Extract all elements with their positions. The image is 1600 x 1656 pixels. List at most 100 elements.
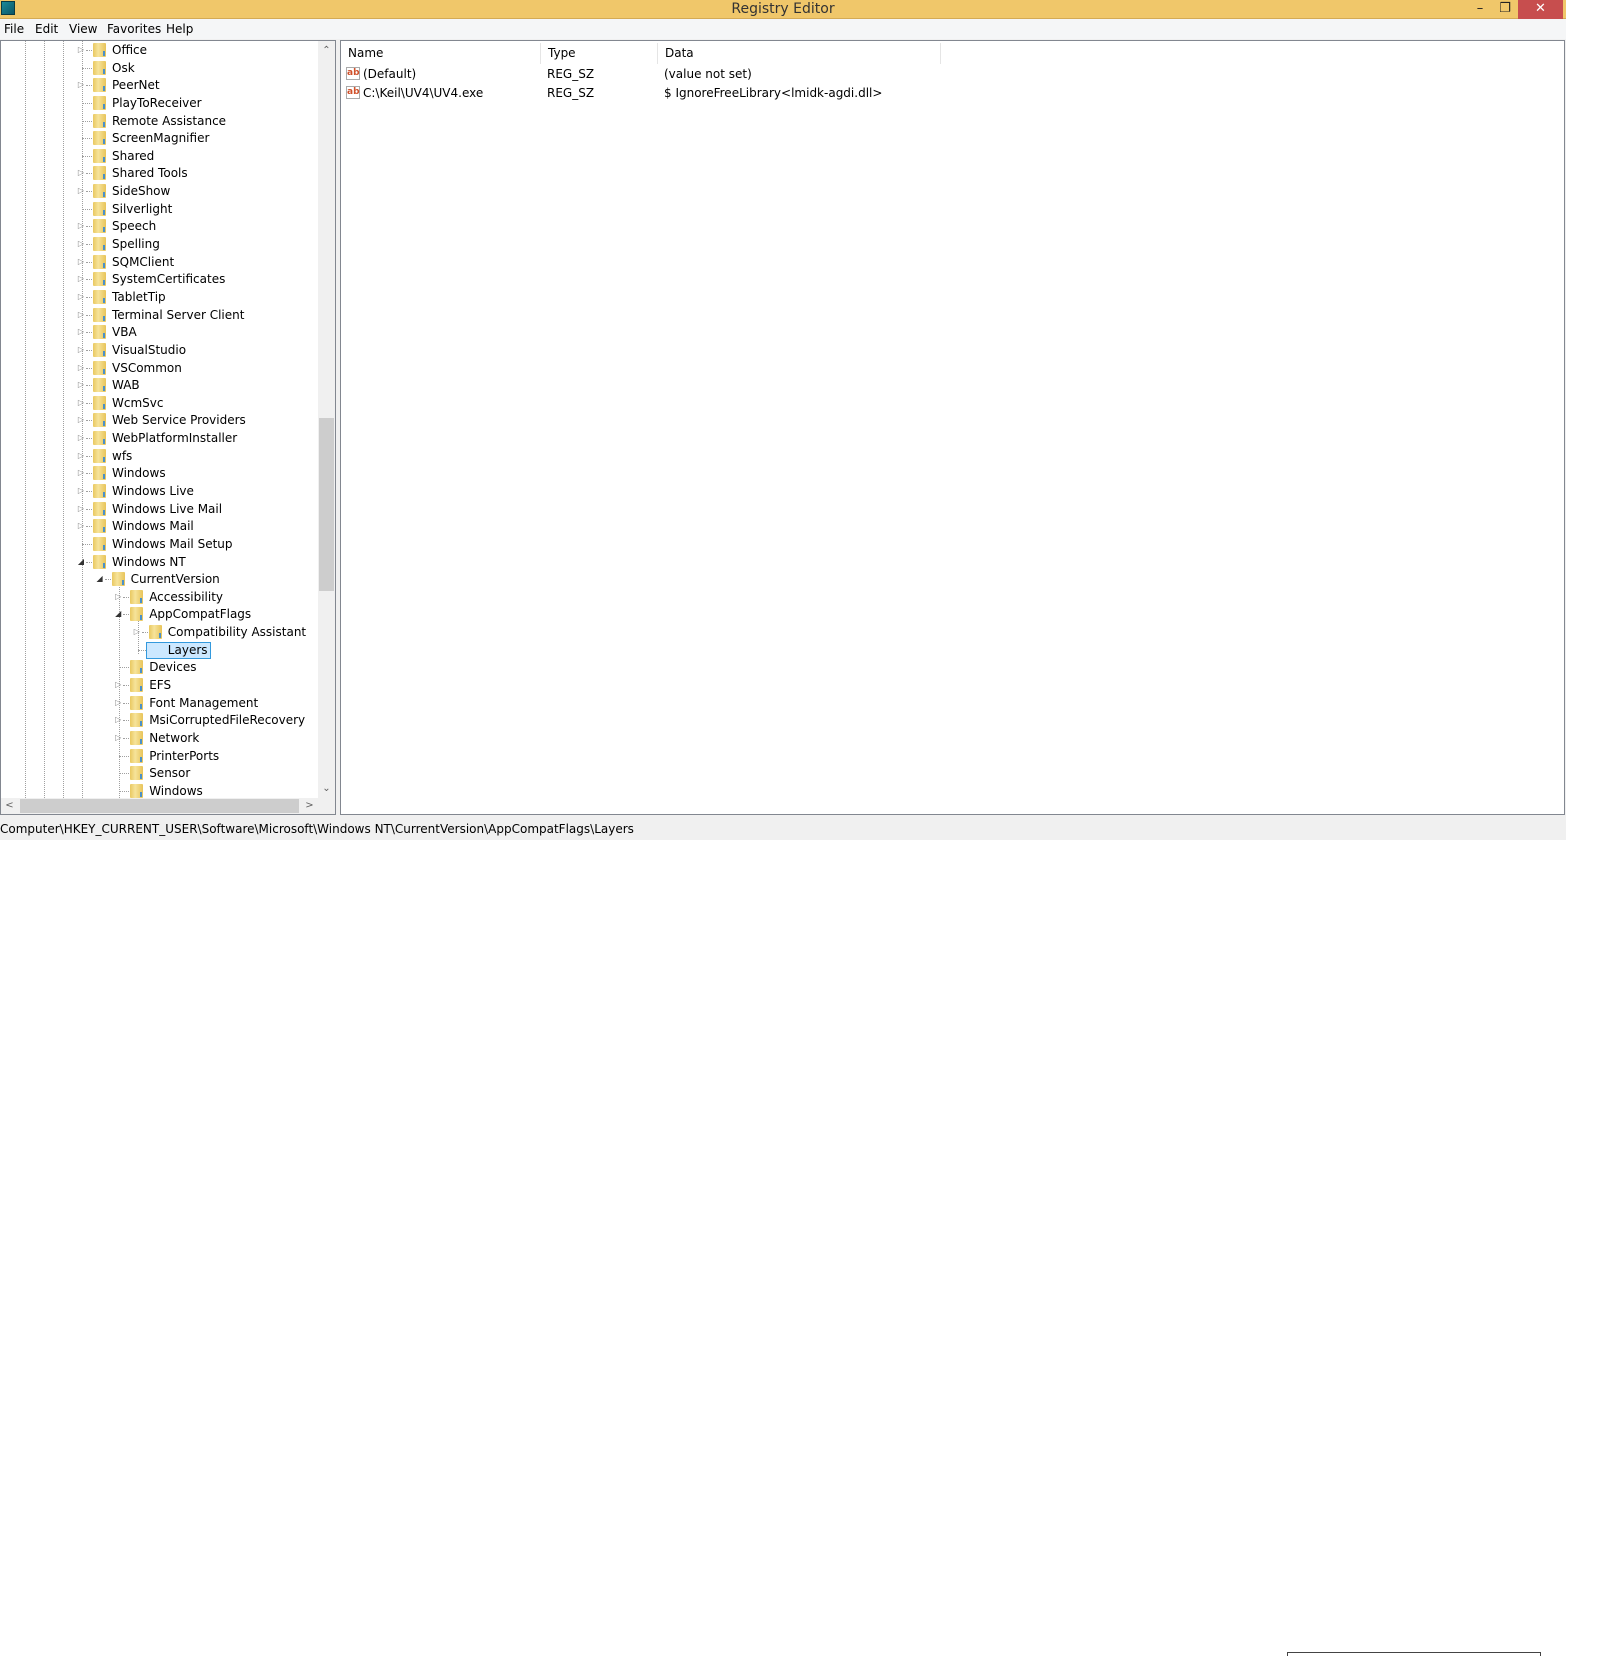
expand-arrow-icon[interactable]: ▷ [77, 345, 85, 355]
expand-arrow-icon[interactable]: ▷ [77, 239, 85, 249]
expand-arrow-icon[interactable]: ▷ [77, 415, 85, 425]
expand-arrow-icon[interactable]: ▷ [77, 310, 85, 320]
expand-arrow-icon[interactable]: ▷ [77, 80, 85, 90]
expand-arrow-icon[interactable]: ▷ [77, 486, 85, 496]
tree-item[interactable]: ◢ CurrentVersion [1, 571, 321, 588]
column-header-name[interactable]: Name [341, 43, 541, 64]
collapse-arrow-icon[interactable]: ◢ [114, 609, 122, 619]
tree-horizontal-scroll-thumb[interactable] [20, 799, 299, 813]
tree-item[interactable]: ▷ Windows [1, 465, 321, 482]
value-row[interactable]: ab C:\Keil\UV4\UV4.exe REG_SZ $ IgnoreFr… [341, 84, 1541, 102]
menu-edit[interactable]: Edit [35, 21, 58, 37]
tree-vertical-scroll-thumb[interactable] [319, 418, 334, 591]
scroll-up-arrow-icon[interactable]: ⌃ [318, 43, 335, 58]
expand-arrow-icon[interactable]: ▷ [114, 680, 122, 690]
tree-item[interactable]: ▷ Network [1, 730, 321, 747]
tree-item[interactable]: ScreenMagnifier [1, 130, 321, 147]
tree-item[interactable]: ▷ PeerNet [1, 77, 321, 94]
column-header-type[interactable]: Type [541, 43, 658, 64]
expand-arrow-icon[interactable]: ▷ [77, 257, 85, 267]
collapse-arrow-icon[interactable]: ◢ [77, 557, 85, 567]
tree-item[interactable]: ▷ SideShow [1, 183, 321, 200]
expand-arrow-icon[interactable]: ▷ [114, 698, 122, 708]
menu-file[interactable]: File [4, 21, 24, 37]
tree-item[interactable]: ▷ MsiCorruptedFileRecovery [1, 712, 321, 729]
tree-item[interactable]: ▷ VSCommon [1, 360, 321, 377]
values-list[interactable]: Name Type Data ab (Default) REG_SZ (valu… [340, 40, 1565, 815]
tree-item[interactable]: ◢ Windows NT [1, 554, 321, 571]
tree-item[interactable]: ▷ Compatibility Assistant [1, 624, 321, 641]
tree-item-label: PrinterPorts [149, 748, 220, 763]
tree-item[interactable]: Windows Mail Setup [1, 536, 321, 553]
expand-arrow-icon[interactable]: ▷ [77, 468, 85, 478]
tree-item[interactable]: Remote Assistance [1, 113, 321, 130]
scroll-right-arrow-icon[interactable]: > [301, 798, 318, 813]
expand-arrow-icon[interactable]: ▷ [77, 398, 85, 408]
collapse-arrow-icon[interactable]: ◢ [96, 574, 104, 584]
tree-item-label: WcmSvc [112, 395, 164, 410]
menu-view[interactable]: View [69, 21, 97, 37]
tree-item[interactable]: ▷ Windows Live [1, 483, 321, 500]
tree-item[interactable]: ▷ SystemCertificates [1, 271, 321, 288]
tree-item[interactable]: PrinterPorts [1, 748, 321, 765]
folder-icon [93, 113, 106, 128]
tree-item[interactable]: ▷ Shared Tools [1, 165, 321, 182]
tree-item[interactable]: Devices [1, 659, 321, 676]
tree-item[interactable]: ▷ Accessibility [1, 589, 321, 606]
expand-arrow-icon[interactable]: ▷ [77, 168, 85, 178]
expand-arrow-icon[interactable]: ▷ [77, 363, 85, 373]
tree-item[interactable]: ▷ WAB [1, 377, 321, 394]
tree-vertical-scrollbar[interactable]: ⌃ ⌄ [318, 41, 335, 798]
tree-item[interactable]: ▷ Terminal Server Client [1, 307, 321, 324]
scroll-down-arrow-icon[interactable]: ⌄ [318, 781, 335, 796]
tree-item[interactable]: ▷ TabletTip [1, 289, 321, 306]
column-header-data[interactable]: Data [658, 43, 941, 64]
expand-arrow-icon[interactable]: ▷ [77, 433, 85, 443]
tree-item[interactable]: Silverlight [1, 201, 321, 218]
tree-item[interactable]: ◢ AppCompatFlags [1, 606, 321, 623]
expand-arrow-icon[interactable]: ▷ [77, 292, 85, 302]
expand-arrow-icon[interactable]: ▷ [77, 380, 85, 390]
expand-arrow-icon[interactable]: ▷ [133, 627, 141, 637]
minimize-button[interactable]: – [1468, 0, 1492, 19]
tree-item[interactable]: ▷ Web Service Providers [1, 412, 321, 429]
expand-arrow-icon[interactable]: ▷ [77, 45, 85, 55]
tree-item[interactable]: ▷ EFS [1, 677, 321, 694]
tree-item[interactable]: ▷ SQMClient [1, 254, 321, 271]
tree-item[interactable]: ▷ WcmSvc [1, 395, 321, 412]
tree-item[interactable]: ▷ Font Management [1, 695, 321, 712]
tree-item[interactable]: Layers [1, 641, 321, 659]
tree-horizontal-scrollbar[interactable]: < > [1, 798, 335, 814]
tree-item[interactable]: ▷ Windows Mail [1, 518, 321, 535]
tree-item[interactable]: ▷ WebPlatformInstaller [1, 430, 321, 447]
tree-item-label: Layers [145, 641, 211, 659]
close-button[interactable]: ✕ [1518, 0, 1563, 19]
maximize-button[interactable]: ❐ [1492, 0, 1518, 19]
expand-arrow-icon[interactable]: ▷ [77, 274, 85, 284]
tree-item[interactable]: ▷ Spelling [1, 236, 321, 253]
expand-arrow-icon[interactable]: ▷ [114, 733, 122, 743]
tree-item[interactable]: ▷ Speech [1, 218, 321, 235]
scroll-left-arrow-icon[interactable]: < [1, 798, 18, 813]
tree-item[interactable]: Shared [1, 148, 321, 165]
value-row[interactable]: ab (Default) REG_SZ (value not set) [341, 65, 1541, 83]
expand-arrow-icon[interactable]: ▷ [77, 504, 85, 514]
tree-item[interactable]: ▷ Windows Live Mail [1, 501, 321, 518]
expand-arrow-icon[interactable]: ▷ [77, 221, 85, 231]
expand-arrow-icon[interactable]: ▷ [114, 715, 122, 725]
tree-item[interactable]: ▷ Office [1, 42, 321, 59]
tree-item[interactable]: Sensor [1, 765, 321, 782]
tree-item[interactable]: Osk [1, 60, 321, 77]
expand-arrow-icon[interactable]: ▷ [114, 592, 122, 602]
key-tree[interactable]: ▷ Office Osk ▷ PeerNet PlayToReceiver Remote A… [0, 40, 336, 815]
expand-arrow-icon[interactable]: ▷ [77, 521, 85, 531]
tree-item[interactable]: ▷ VisualStudio [1, 342, 321, 359]
tree-item[interactable]: ▷ VBA [1, 324, 321, 341]
tree-item[interactable]: ▷ wfs [1, 448, 321, 465]
expand-arrow-icon[interactable]: ▷ [77, 186, 85, 196]
expand-arrow-icon[interactable]: ▷ [77, 451, 85, 461]
menu-help[interactable]: Help [166, 21, 193, 37]
menu-favorites[interactable]: Favorites [107, 21, 161, 37]
expand-arrow-icon[interactable]: ▷ [77, 327, 85, 337]
tree-item[interactable]: PlayToReceiver [1, 95, 321, 112]
